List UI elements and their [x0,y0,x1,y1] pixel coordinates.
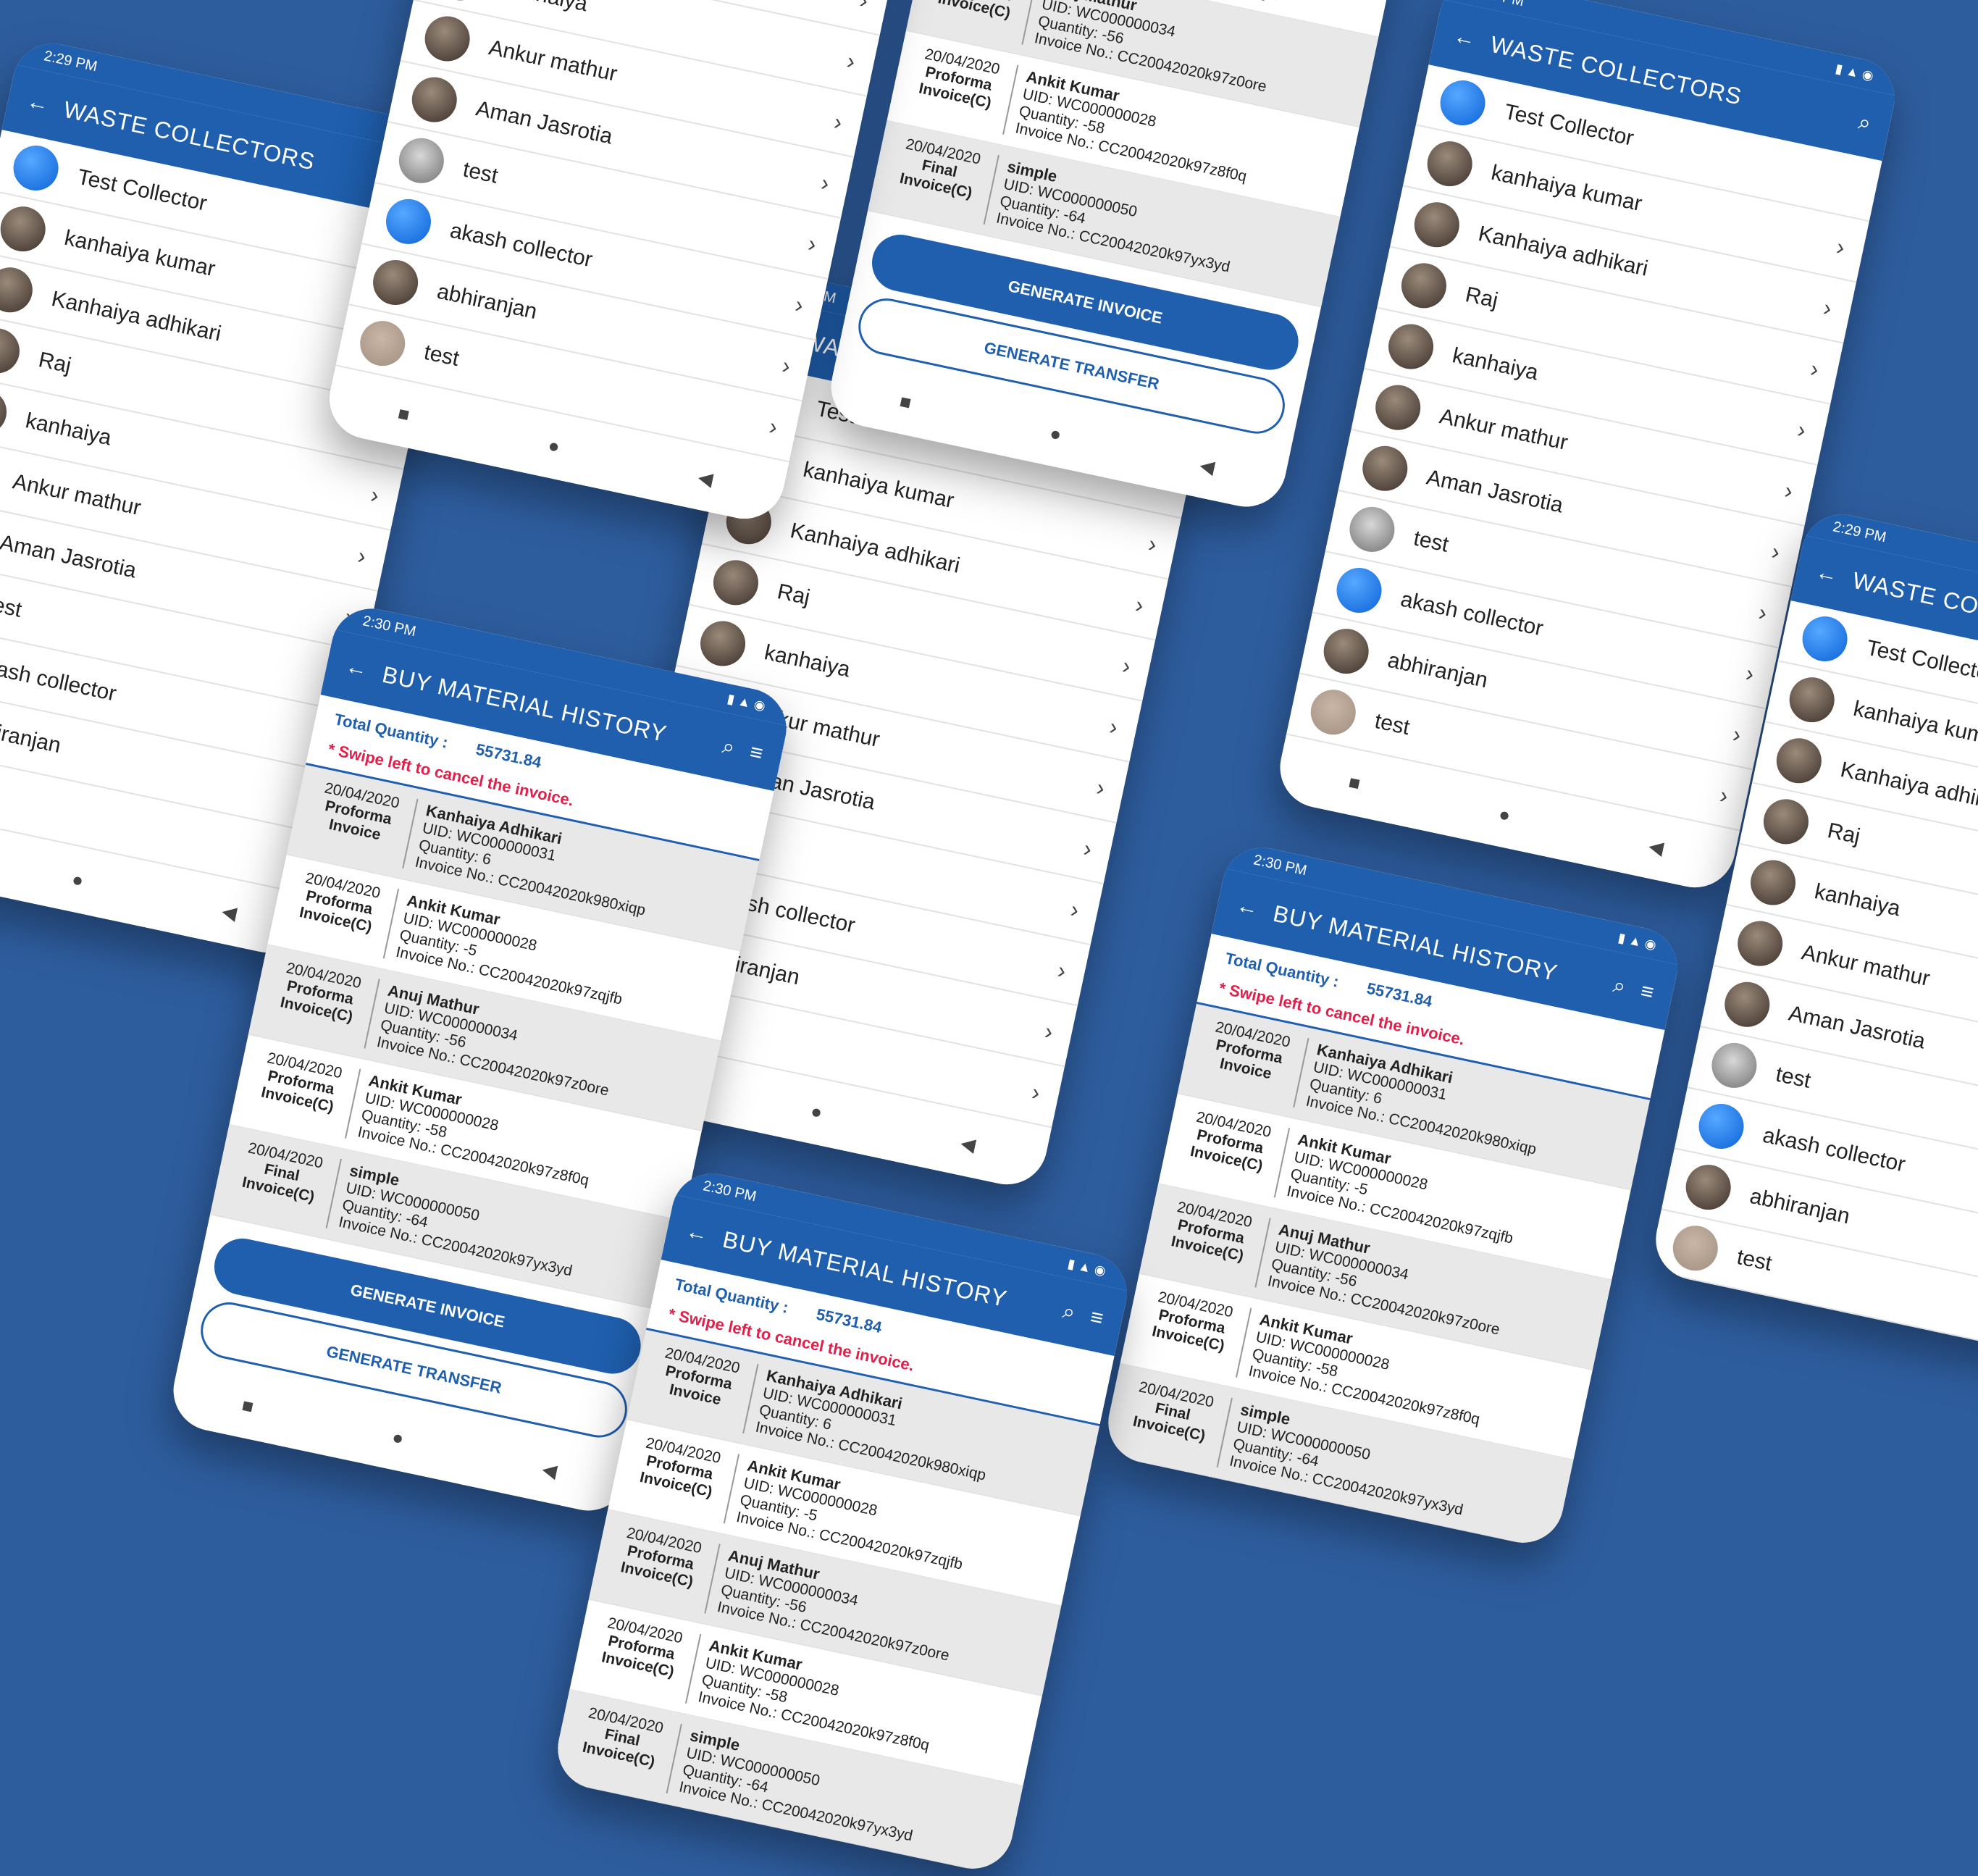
invoice-meta: 20/04/2020Proforma Invoice(C) [586,1612,702,1704]
avatar [1384,319,1438,374]
avatar [1345,503,1399,556]
total-quantity-value: 55731.84 [814,1305,884,1337]
filter-icon[interactable]: ≡ [1088,1305,1105,1332]
avatar [382,195,435,248]
avatar [1733,916,1787,971]
avatar [1772,734,1826,788]
invoice-meta: 20/04/2020Proforma Invoice(C) [624,1433,740,1524]
status-icons: ▮ ▲ ◉ [1066,1255,1107,1278]
filter-icon[interactable]: ≡ [747,740,765,767]
back-nav-icon[interactable]: ◀ [1647,834,1666,859]
home-icon[interactable]: ● [1497,803,1513,827]
recent-apps-icon[interactable]: ■ [240,1394,256,1418]
home-icon[interactable]: ● [390,1425,406,1450]
total-quantity-value: 55731.84 [1365,979,1434,1011]
back-arrow-icon[interactable]: ← [343,654,369,682]
avatar [407,72,461,127]
back-nav-icon[interactable]: ◀ [696,466,715,490]
avatar [696,616,750,671]
avatar [1307,685,1360,740]
filter-icon[interactable]: ≡ [1638,979,1656,1006]
home-icon[interactable]: ● [70,868,86,892]
avatar [1422,137,1477,190]
status-time: 2:30 PM [701,1177,758,1205]
back-nav-icon[interactable]: ◀ [1198,453,1217,478]
recent-apps-icon[interactable]: ■ [1346,771,1362,795]
invoice-meta: 20/04/2020Proforma Invoice(C) [246,1047,361,1139]
invoice-type: Proforma Invoice(C) [936,0,1013,22]
phone-history-center: 2:30 PM ▮ ▲ ◉ ← BUY MATERIAL HISTORY ⌕ ≡… [1100,840,1685,1551]
back-nav-icon[interactable]: ◀ [959,1131,978,1156]
home-icon[interactable]: ● [546,434,562,458]
avatar [420,12,474,66]
invoice-meta: 20/04/2020Proforma Invoice(C) [903,43,1019,135]
search-icon[interactable]: ⌕ [720,734,737,761]
recent-apps-icon[interactable]: ■ [897,390,914,414]
invoice-meta: 20/04/2020 Proforma Invoice [1194,1016,1309,1108]
avatar [395,134,448,188]
status-icons: ▮ ▲ ◉ [726,690,767,713]
invoice-meta: 20/04/2020 Proforma Invoice [643,1342,759,1434]
invoice-meta: 20/04/2020Proforma Invoice(C) [605,1523,721,1614]
search-icon[interactable]: ⌕ [1060,1299,1077,1326]
avatar [1358,442,1412,495]
back-arrow-icon[interactable]: ← [25,89,51,117]
avatar [1681,1160,1735,1214]
invoice-meta: 20/04/2020 Final Invoice(C) [226,1137,342,1229]
invoice-meta: 20/04/2020 Final Invoice(C) [1117,1376,1233,1468]
total-quantity-value: 55731.84 [474,740,543,772]
avatar [1720,978,1774,1031]
back-arrow-icon[interactable]: ← [1451,24,1478,52]
invoice-list: 20/04/2020Proforma InvoiceKanhaiya Adhik… [1100,1003,1650,1551]
search-icon[interactable]: ⌕ [1856,110,1873,137]
avatar [1785,673,1839,726]
avatar [0,324,24,378]
avatar [1798,612,1852,666]
avatar [1746,855,1800,910]
home-icon[interactable]: ● [809,1100,825,1124]
avatar [369,256,422,309]
recent-apps-icon[interactable]: ■ [396,402,412,427]
avatar [1371,380,1425,435]
avatar [433,0,487,5]
avatar [1332,564,1386,617]
invoice-meta: 20/04/2020Proforma Invoice(C) [264,958,380,1049]
invoice-meta: 20/04/2020Proforma Invoice(C) [1155,1197,1271,1288]
avatar [1397,259,1451,313]
invoice-meta: 20/04/2020Proforma Invoice(C) [1136,1286,1252,1378]
invoice-meta: 20/04/2020 Final Invoice(C) [566,1702,682,1794]
chevron-right-icon: › [858,0,871,14]
back-arrow-icon[interactable]: ← [684,1219,710,1247]
invoice-list: 20/04/2020Proforma InvoiceKanhaiya Adhik… [550,1329,1099,1876]
back-arrow-icon[interactable]: ← [1234,893,1260,921]
status-icons: ▮ ▲ ◉ [1834,60,1875,83]
avatar [1410,198,1464,252]
invoice-meta: 20/04/2020Proforma Invoice(C) [283,868,400,959]
avatar [0,263,37,317]
search-icon[interactable]: ⌕ [1611,973,1627,1000]
status-time: 2:29 PM [1831,518,1888,545]
status-time: 2:30 PM [361,612,418,640]
status-time: 2:30 PM [1252,851,1309,879]
avatar [356,317,409,370]
avatar [1669,1221,1722,1276]
avatar [1707,1039,1761,1092]
avatar [709,556,763,610]
avatar [0,202,50,256]
invoice-meta: 20/04/2020 Proforma Invoice [303,777,419,869]
avatar [9,141,63,195]
home-icon[interactable]: ● [1048,422,1064,446]
avatar [0,385,11,439]
invoice-meta: 20/04/2020Proforma Invoice(C) [1174,1107,1291,1198]
back-nav-icon[interactable]: ◀ [540,1457,559,1482]
avatar [1694,1100,1748,1153]
avatar [1759,795,1813,849]
back-arrow-icon[interactable]: ← [1814,560,1840,588]
avatar [1436,76,1490,130]
invoice-meta: 20/04/2020 Final Invoice(C) [884,133,1000,225]
status-time: 2:29 PM [42,47,99,75]
back-nav-icon[interactable]: ◀ [220,900,239,924]
status-icons: ▮ ▲ ◉ [1617,929,1658,952]
avatar [1319,624,1373,678]
